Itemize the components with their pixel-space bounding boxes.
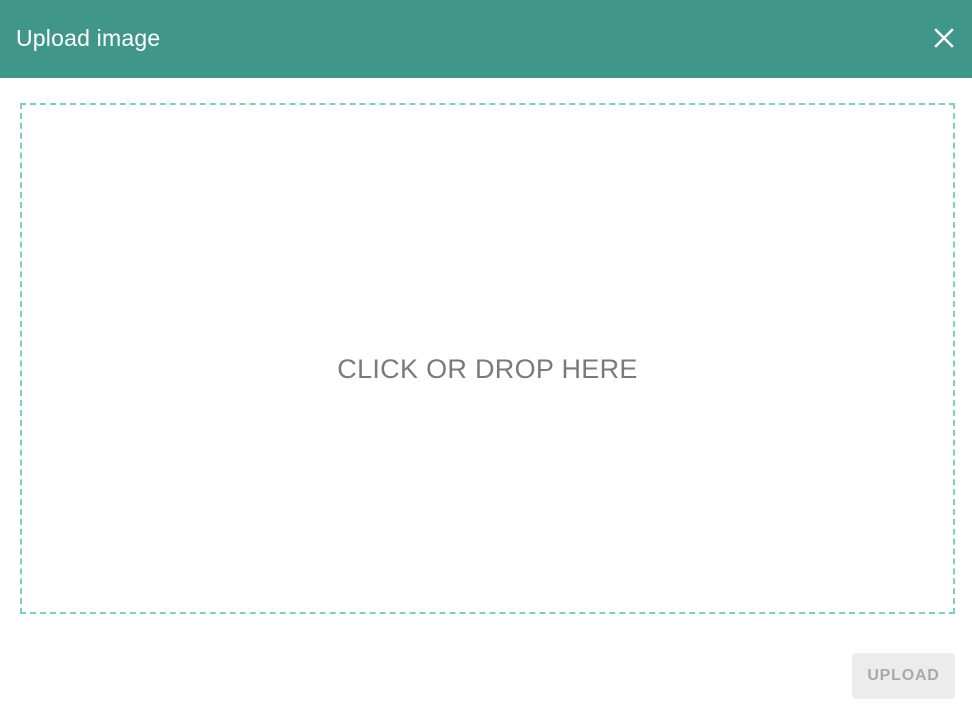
image-dropzone[interactable]: CLICK OR DROP HERE xyxy=(20,103,955,614)
dialog-header: Upload image xyxy=(0,0,972,78)
close-button[interactable] xyxy=(928,22,960,54)
upload-image-dialog: Upload image CLICK OR DROP HERE UPLOAD xyxy=(0,0,972,718)
dropzone-label: CLICK OR DROP HERE xyxy=(337,354,638,384)
close-icon xyxy=(934,28,954,48)
upload-button[interactable]: UPLOAD xyxy=(852,653,955,699)
dialog-title: Upload image xyxy=(16,25,161,51)
